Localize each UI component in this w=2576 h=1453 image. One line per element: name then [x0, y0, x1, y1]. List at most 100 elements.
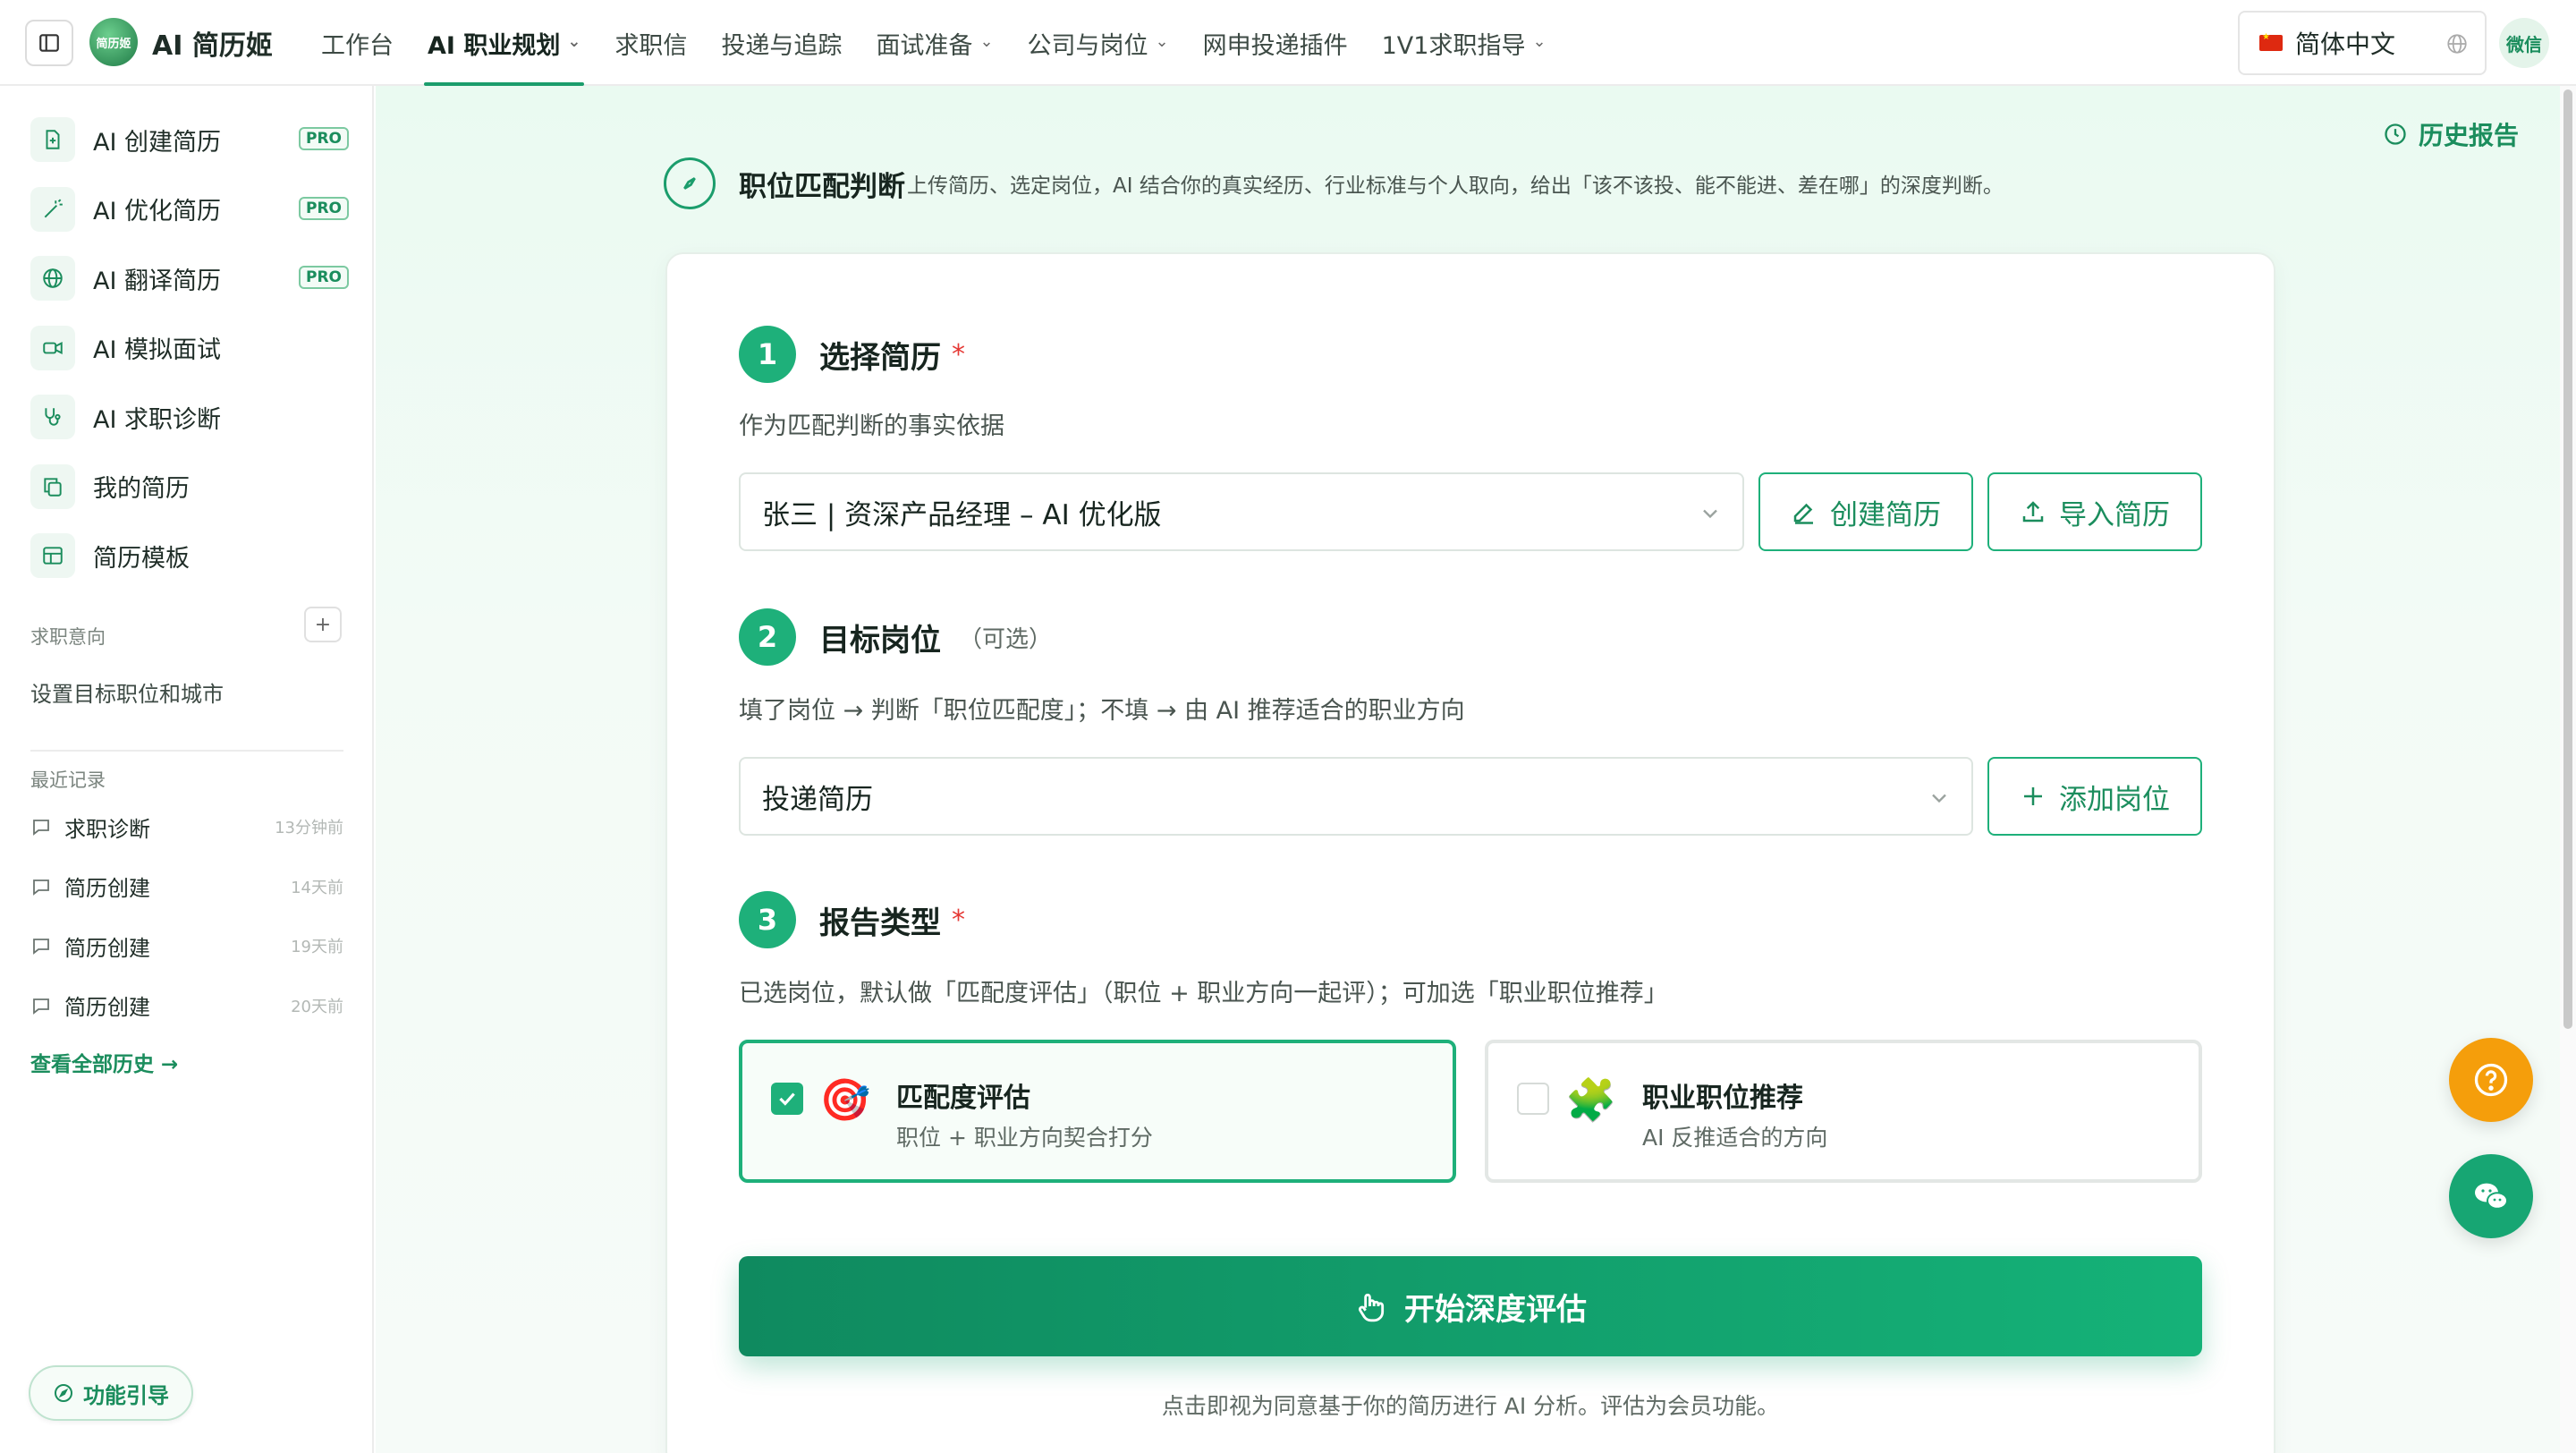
nav-item[interactable]: 公司与岗位 ⌄ [1011, 0, 1186, 86]
recent-item[interactable]: 求职诊断 13分钟前 [30, 809, 343, 845]
set-target-link[interactable]: 设置目标职位和城市 [30, 676, 224, 708]
chevron-down-icon [1703, 509, 1717, 519]
sidebar-divider [30, 750, 343, 752]
feature-guide-button[interactable]: 功能引导 [29, 1365, 193, 1421]
sidebar-item[interactable]: 简历模板 [30, 531, 343, 581]
option-match-evaluation[interactable]: 🎯 匹配度评估 职位 + 职业方向契合打分 [739, 1040, 1456, 1183]
nav-label: 网申投递插件 [1202, 31, 1348, 60]
brand-logo[interactable]: 简历姬 [89, 18, 138, 66]
scrollbar-thumb[interactable] [2563, 89, 2572, 1029]
sidebar: AI 创建简历 PRO AI 优化简历 PRO AI 翻译简历 PRO AI 模拟面试 AI … [0, 86, 374, 1453]
nav-label: 工作台 [321, 31, 394, 60]
page-description: 上传简历、选定岗位，AI 结合你的真实经历、行业标准与个人取向，给出「该不该投、… [907, 174, 2004, 198]
nav-item[interactable]: 工作台 [304, 0, 411, 86]
nav-item[interactable]: 投递与追踪 [704, 0, 859, 86]
option-subtitle: AI 反推适合的方向 [1642, 1125, 1828, 1151]
sidebar-item-label: AI 模拟面试 [93, 336, 222, 364]
step-2-header: 2 目标岗位 （可选） [739, 608, 1052, 666]
import-resume-button[interactable]: 导入简历 [1987, 472, 2202, 551]
create-resume-button[interactable]: 创建简历 [1758, 472, 1973, 551]
question-icon [2474, 1063, 2508, 1097]
language-select[interactable]: 简体中文 [2238, 11, 2487, 75]
magic-wand-icon [30, 186, 75, 232]
sidebar-item-label: AI 优化简历 [93, 198, 222, 225]
file-plus-icon [30, 117, 75, 162]
checkbox-checked[interactable] [771, 1083, 803, 1115]
view-all-history-link[interactable]: 查看全部历史 → [30, 1047, 178, 1077]
page-title: 职位匹配判断 [739, 170, 905, 203]
recent-item[interactable]: 简历创建 14天前 [30, 869, 343, 905]
top-navbar: 简历姬 AI 简历姬 工作台 AI 职业规划 ⌄ 求职信 投递与追踪 面试准备 ⌄ 公司与岗位… [0, 0, 2576, 86]
chevron-down-icon: ⌄ [1532, 31, 1546, 51]
recent-item-time: 14天前 [291, 878, 343, 897]
step-2-description: 填了岗位 → 判断「职位匹配度」；不填 → 由 AI 推荐适合的职业方向 [739, 697, 1465, 725]
pro-badge: PRO [298, 196, 349, 220]
nav-item[interactable]: 面试准备 ⌄ [859, 0, 1010, 86]
start-evaluation-button[interactable]: 开始深度评估 [739, 1256, 2202, 1356]
recent-title: 最近记录 [30, 769, 106, 791]
sidebar-item[interactable]: AI 优化简历 PRO [30, 184, 349, 234]
step-title: 目标岗位 [819, 622, 941, 659]
sidebar-item[interactable]: AI 翻译简历 PRO [30, 253, 349, 303]
video-icon [30, 325, 75, 370]
sidebar-toggle-button[interactable] [25, 20, 73, 66]
nav-item[interactable]: 求职信 [597, 0, 704, 86]
option-title: 匹配度评估 [896, 1083, 1030, 1114]
sidebar-item-label: AI 翻译简历 [93, 267, 222, 295]
recent-item-time: 20天前 [291, 997, 343, 1016]
china-flag-icon [2259, 32, 2283, 51]
chevron-down-icon: ⌄ [567, 31, 581, 51]
nav-item[interactable]: 1V1求职指导 ⌄ [1365, 0, 1563, 86]
checkbox-unchecked[interactable] [1517, 1083, 1549, 1115]
pro-badge: PRO [298, 127, 349, 150]
layout-icon [30, 533, 75, 578]
recent-item-label: 简历创建 [64, 876, 150, 901]
page-header: 职位匹配判断 上传简历、选定岗位，AI 结合你的真实经历、行业标准与个人取向，给… [664, 157, 2004, 209]
sidebar-item-label: 简历模板 [93, 544, 190, 573]
globe-icon [30, 256, 75, 301]
option-career-recommendation[interactable]: 🧩 职业职位推荐 AI 反推适合的方向 [1485, 1040, 2202, 1183]
pro-badge: PRO [298, 266, 349, 289]
create-resume-label: 创建简历 [1830, 498, 1941, 531]
sidebar-item[interactable]: 我的简历 [30, 462, 343, 512]
add-job-label: 添加岗位 [2059, 783, 2170, 816]
sidebar-item[interactable]: AI 创建简历 PRO [30, 115, 349, 165]
nav-item[interactable]: 网申投递插件 [1186, 0, 1365, 86]
target-job-value: 投递简历 [762, 783, 873, 816]
step-title: 报告类型 [819, 905, 941, 941]
recent-item[interactable]: 简历创建 20天前 [30, 988, 343, 1024]
guide-label: 功能引导 [83, 1382, 169, 1408]
plus-icon [2024, 787, 2042, 805]
history-report-link[interactable]: 历史报告 [2383, 116, 2519, 152]
recent-item-label: 简历创建 [64, 935, 150, 961]
nav-item[interactable]: AI 职业规划 ⌄ [411, 0, 597, 86]
chat-bubble-icon [33, 998, 49, 1015]
step-3-header: 3 报告类型 * [739, 891, 965, 948]
main-nav: 工作台 AI 职业规划 ⌄ 求职信 投递与追踪 面试准备 ⌄ 公司与岗位 ⌄ 网申投递插件 1V1求… [304, 0, 1563, 86]
step-1-header: 1 选择简历 * [739, 326, 965, 383]
start-evaluation-label: 开始深度评估 [1404, 1291, 1587, 1328]
target-job-select[interactable]: 投递简历 [739, 757, 1973, 836]
sidebar-item-label: AI 求职诊断 [93, 405, 222, 434]
add-intent-button[interactable]: + [304, 607, 342, 642]
wechat-avatar-button[interactable]: 微信 [2499, 18, 2549, 68]
wechat-fab-button[interactable] [2449, 1154, 2533, 1238]
language-label: 简体中文 [2295, 30, 2396, 59]
globe-icon [2447, 34, 2467, 54]
brand-name[interactable]: AI 简历姬 [152, 23, 273, 63]
sidebar-item[interactable]: AI 模拟面试 [30, 323, 343, 373]
add-job-button[interactable]: 添加岗位 [1987, 757, 2202, 836]
recent-item-label: 求职诊断 [64, 816, 150, 842]
help-fab-button[interactable] [2449, 1038, 2533, 1122]
chevron-down-icon [1932, 794, 1946, 803]
plus-icon: + [314, 613, 332, 636]
wechat-icon [2475, 1183, 2508, 1210]
sidebar-item[interactable]: AI 求职诊断 [30, 392, 343, 442]
nav-label: AI 职业规划 [428, 31, 561, 60]
nav-label: 公司与岗位 [1027, 31, 1148, 60]
required-mark: * [952, 904, 965, 936]
compass-icon [55, 1384, 72, 1402]
required-mark: * [952, 338, 965, 370]
recent-item[interactable]: 简历创建 19天前 [30, 928, 343, 964]
resume-select[interactable]: 张三 | 资深产品经理 – AI 优化版 [739, 472, 1744, 551]
